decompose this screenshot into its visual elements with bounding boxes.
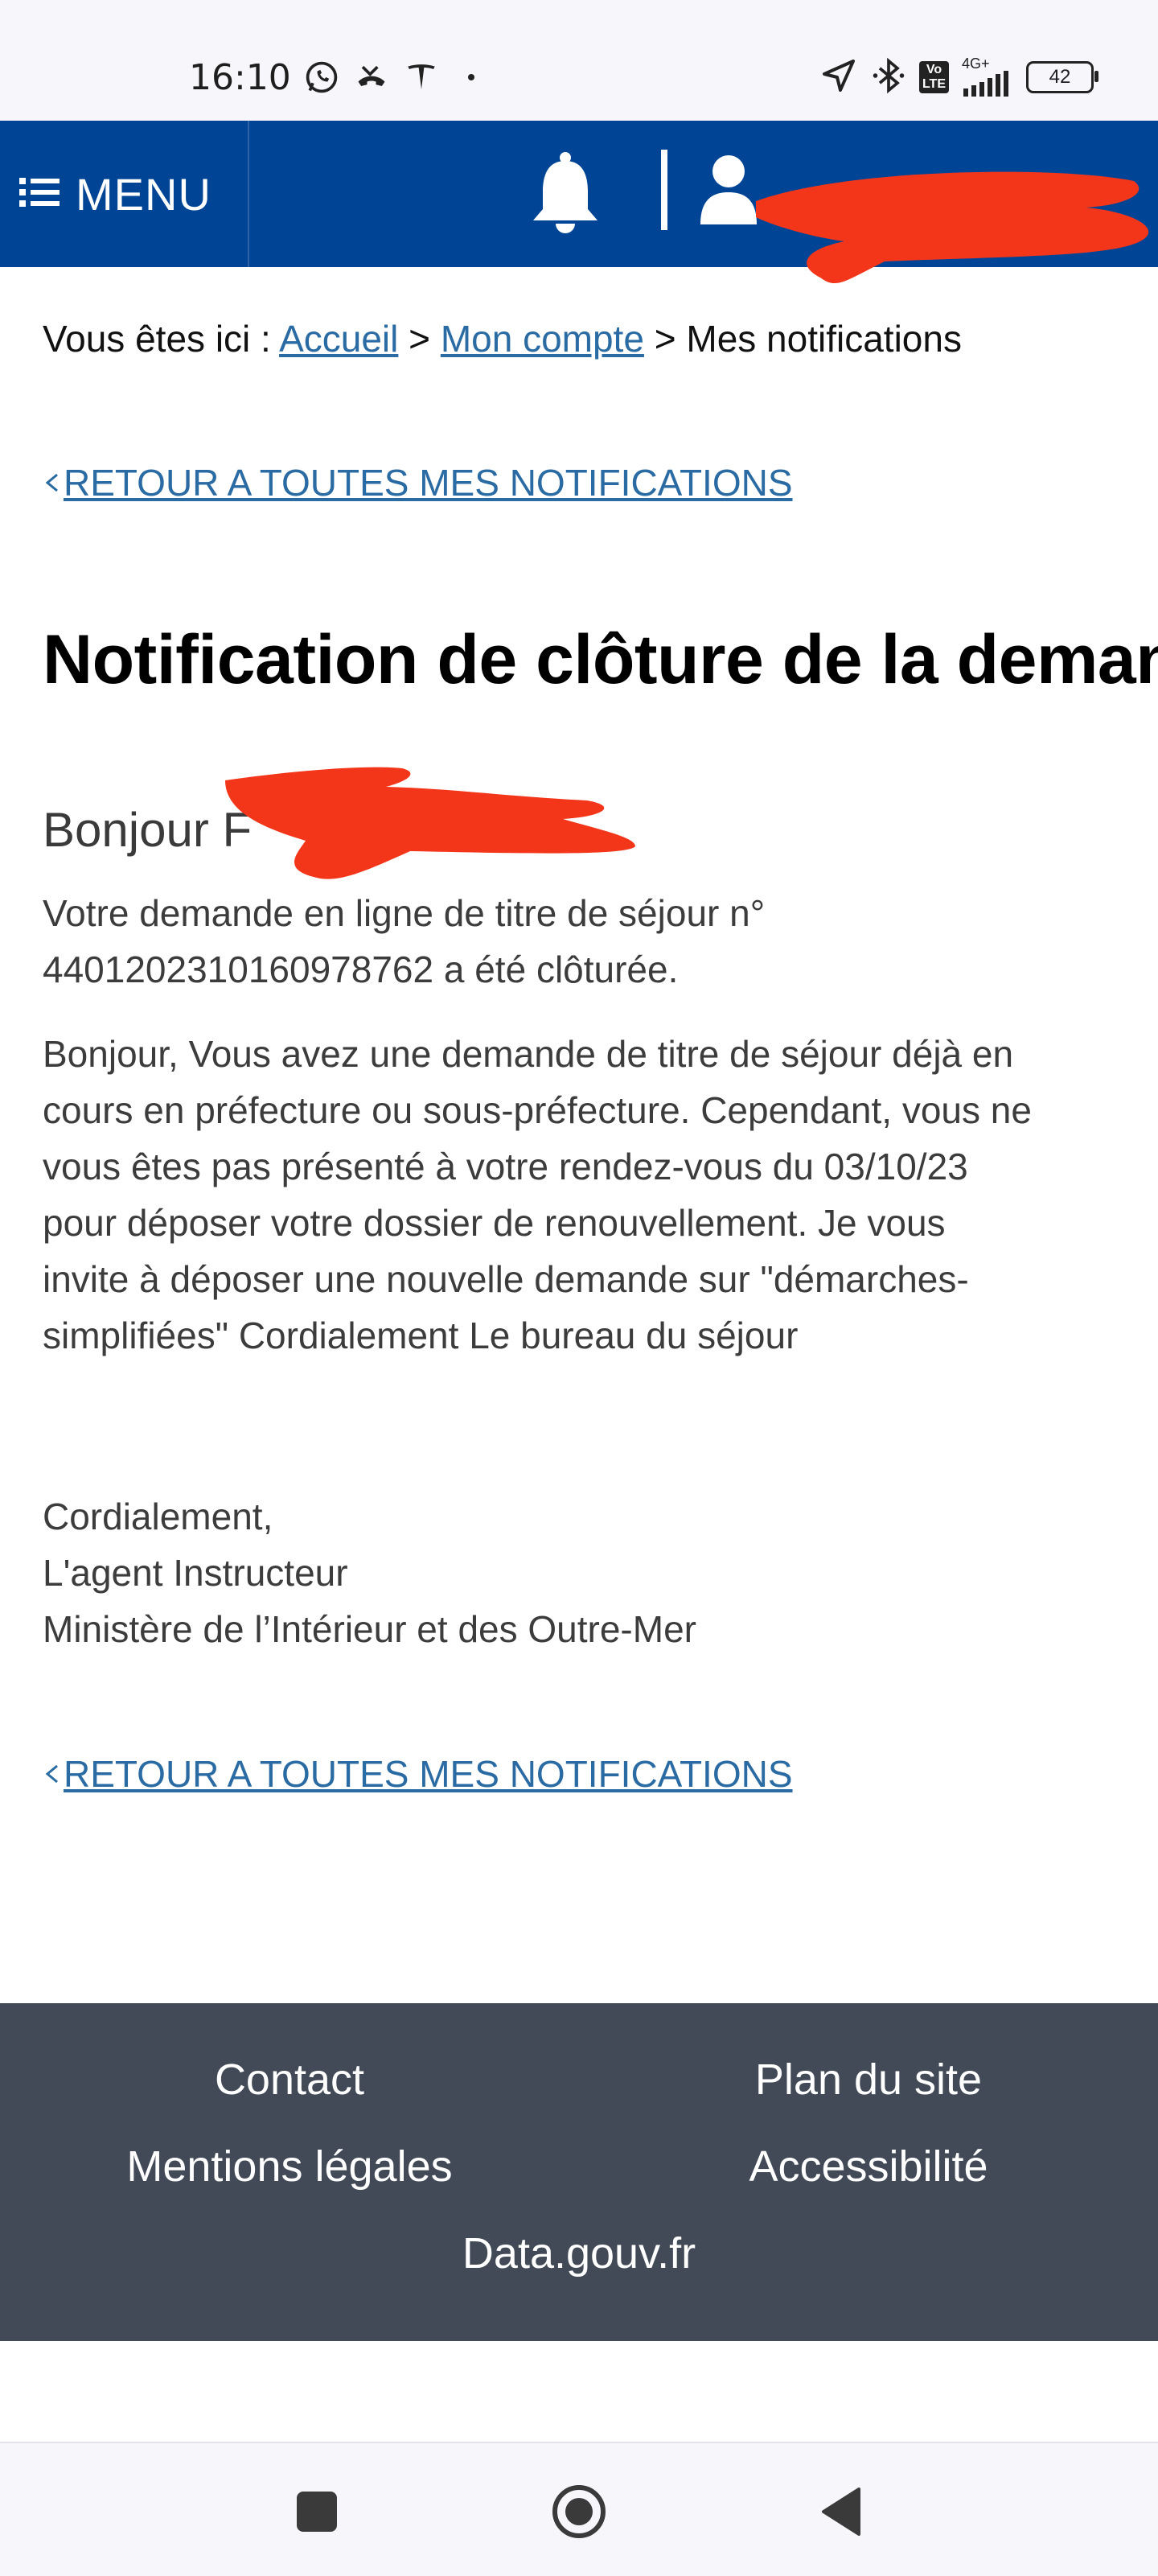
footer-link-datagouv[interactable]: Data.gouv.fr	[338, 2225, 820, 2282]
volte-top: Vo	[926, 63, 942, 76]
tesla-icon	[402, 58, 441, 97]
header-divider	[661, 150, 667, 230]
status-bar: 16:10 Vo LTE 4G+ 42	[0, 0, 1158, 121]
system-navigation-bar	[0, 2442, 1158, 2576]
breadcrumb-separator: >	[409, 318, 431, 360]
bell-icon	[533, 152, 597, 233]
recents-square-icon	[297, 2492, 337, 2532]
status-right: Vo LTE 4G+ 42	[819, 53, 1098, 101]
page-title: Notification de clôture de la demande	[43, 621, 1158, 698]
notification-body: Bonjour, Vous avez une demande de titre …	[43, 1033, 1032, 1356]
breadcrumb-current: Mes notifications	[686, 318, 962, 360]
chevron-left-icon	[43, 1758, 60, 1790]
status-left: 16:10	[189, 53, 491, 101]
signature-line-3: Ministère de l’Intérieur et des Outre-Me…	[43, 1608, 696, 1650]
redaction-mark-name	[225, 767, 635, 879]
status-time: 16:10	[189, 56, 291, 98]
whatsapp-icon	[302, 58, 341, 97]
recents-button[interactable]	[285, 2479, 349, 2544]
breadcrumb: Vous êtes ici : Accueil > Mon compte > M…	[43, 314, 1136, 364]
back-link-label: RETOUR A TOUTES MES NOTIFICATIONS	[64, 462, 793, 504]
hamburger-icon	[19, 168, 60, 220]
breadcrumb-link-home[interactable]: Accueil	[279, 318, 398, 360]
breadcrumb-separator: >	[654, 318, 676, 360]
back-to-notifications-link[interactable]: RETOUR A TOUTES MES NOTIFICATIONS	[43, 459, 1008, 507]
footer: Contact Plan du site Mentions légales Ac…	[0, 2003, 1158, 2341]
location-arrow-icon	[819, 56, 858, 99]
breadcrumb-link-account[interactable]: Mon compte	[441, 318, 644, 360]
footer-link-legal[interactable]: Mentions légales	[48, 2138, 531, 2195]
notifications-button[interactable]	[521, 145, 610, 241]
footer-link-sitemap[interactable]: Plan du site	[627, 2051, 1110, 2108]
back-link-label: RETOUR A TOUTES MES NOTIFICATIONS	[64, 1753, 793, 1795]
battery-icon: 42	[1026, 61, 1098, 93]
back-triangle-icon	[822, 2488, 860, 2536]
menu-button[interactable]: MENU	[0, 121, 249, 267]
signature-line-2: L'agent Instructeur	[43, 1552, 348, 1594]
signature-line-1: Cordialement,	[43, 1496, 273, 1537]
home-button[interactable]	[547, 2479, 611, 2544]
volte-icon: Vo LTE	[918, 61, 949, 93]
volte-bottom: LTE	[922, 77, 946, 91]
closure-message: Votre demande en ligne de titre de séjou…	[43, 892, 766, 990]
back-to-notifications-link-bottom[interactable]: RETOUR A TOUTES MES NOTIFICATIONS	[43, 1750, 1008, 1798]
bluetooth-icon	[871, 56, 906, 99]
battery-level: 42	[1049, 66, 1071, 88]
signal-icon: 4G+	[962, 56, 1013, 98]
footer-link-accessibility[interactable]: Accessibilité	[627, 2138, 1110, 2195]
network-type: 4G+	[962, 56, 990, 72]
chevron-left-icon	[43, 467, 60, 499]
signature-block: Cordialement, L'agent Instructeur Minist…	[43, 1488, 1040, 1657]
back-button[interactable]	[809, 2479, 873, 2544]
menu-label: MENU	[76, 168, 211, 220]
breadcrumb-prefix: Vous êtes ici :	[43, 318, 271, 360]
home-circle-icon	[552, 2485, 606, 2538]
dot-icon	[452, 58, 491, 97]
footer-link-contact[interactable]: Contact	[48, 2051, 531, 2108]
redaction-mark-header	[756, 171, 1149, 284]
missed-call-icon	[352, 58, 391, 97]
